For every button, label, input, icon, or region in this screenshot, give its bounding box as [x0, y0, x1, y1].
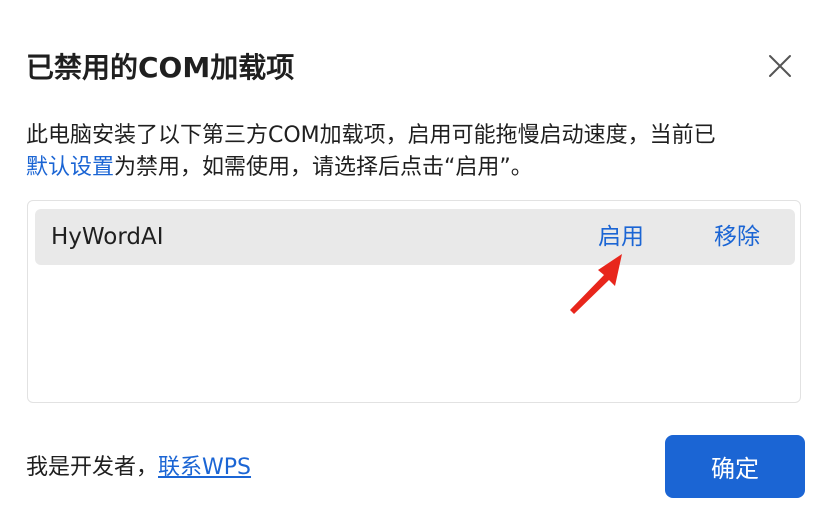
contact-wps-link[interactable]: 联系WPS [158, 455, 251, 480]
remove-button[interactable]: 移除 [714, 221, 760, 253]
default-settings-link[interactable]: 默认设置 [26, 155, 114, 180]
addin-row[interactable]: HyWordAI 启用 移除 [35, 209, 795, 265]
confirm-button[interactable]: 确定 [665, 435, 805, 498]
description-line-1: 此电脑安装了以下第三方COM加载项，启用可能拖慢启动速度，当前已 [26, 123, 716, 148]
description-line-2: 默认设置为禁用，如需使用，请选择后点击“启用”。 [26, 152, 806, 184]
com-addins-dialog: 已禁用的COM加载项 此电脑安装了以下第三方COM加载项，启用可能拖慢启动速度，… [0, 0, 832, 524]
developer-contact: 我是开发者，联系WPS [26, 452, 251, 484]
dialog-description: 此电脑安装了以下第三方COM加载项，启用可能拖慢启动速度，当前已 默认设置为禁用… [26, 120, 806, 184]
close-icon [769, 55, 791, 77]
dialog-title: 已禁用的COM加载项 [26, 51, 295, 84]
description-line-2-text: 为禁用，如需使用，请选择后点击“启用”。 [114, 155, 533, 180]
red-arrow-icon [570, 254, 622, 314]
close-button[interactable] [760, 46, 800, 86]
addin-name: HyWordAI [51, 224, 164, 250]
developer-prefix: 我是开发者， [26, 455, 159, 480]
enable-button[interactable]: 启用 [598, 221, 644, 253]
addin-list: HyWordAI 启用 移除 [27, 200, 801, 403]
